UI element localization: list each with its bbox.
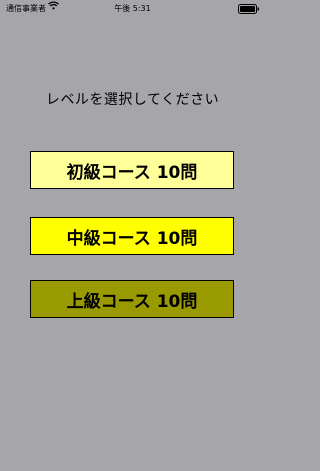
- advanced-course-button[interactable]: 上級コース 10問: [30, 280, 234, 318]
- beginner-course-button[interactable]: 初級コース 10問: [30, 151, 234, 189]
- status-bar: 通信事業者 午後 5:31: [0, 0, 265, 16]
- page-title: レベルを選択してください: [45, 92, 220, 108]
- status-time: 午後 5:31: [114, 4, 151, 13]
- battery-icon: [238, 4, 260, 16]
- intermediate-course-button[interactable]: 中級コース 10問: [30, 217, 234, 255]
